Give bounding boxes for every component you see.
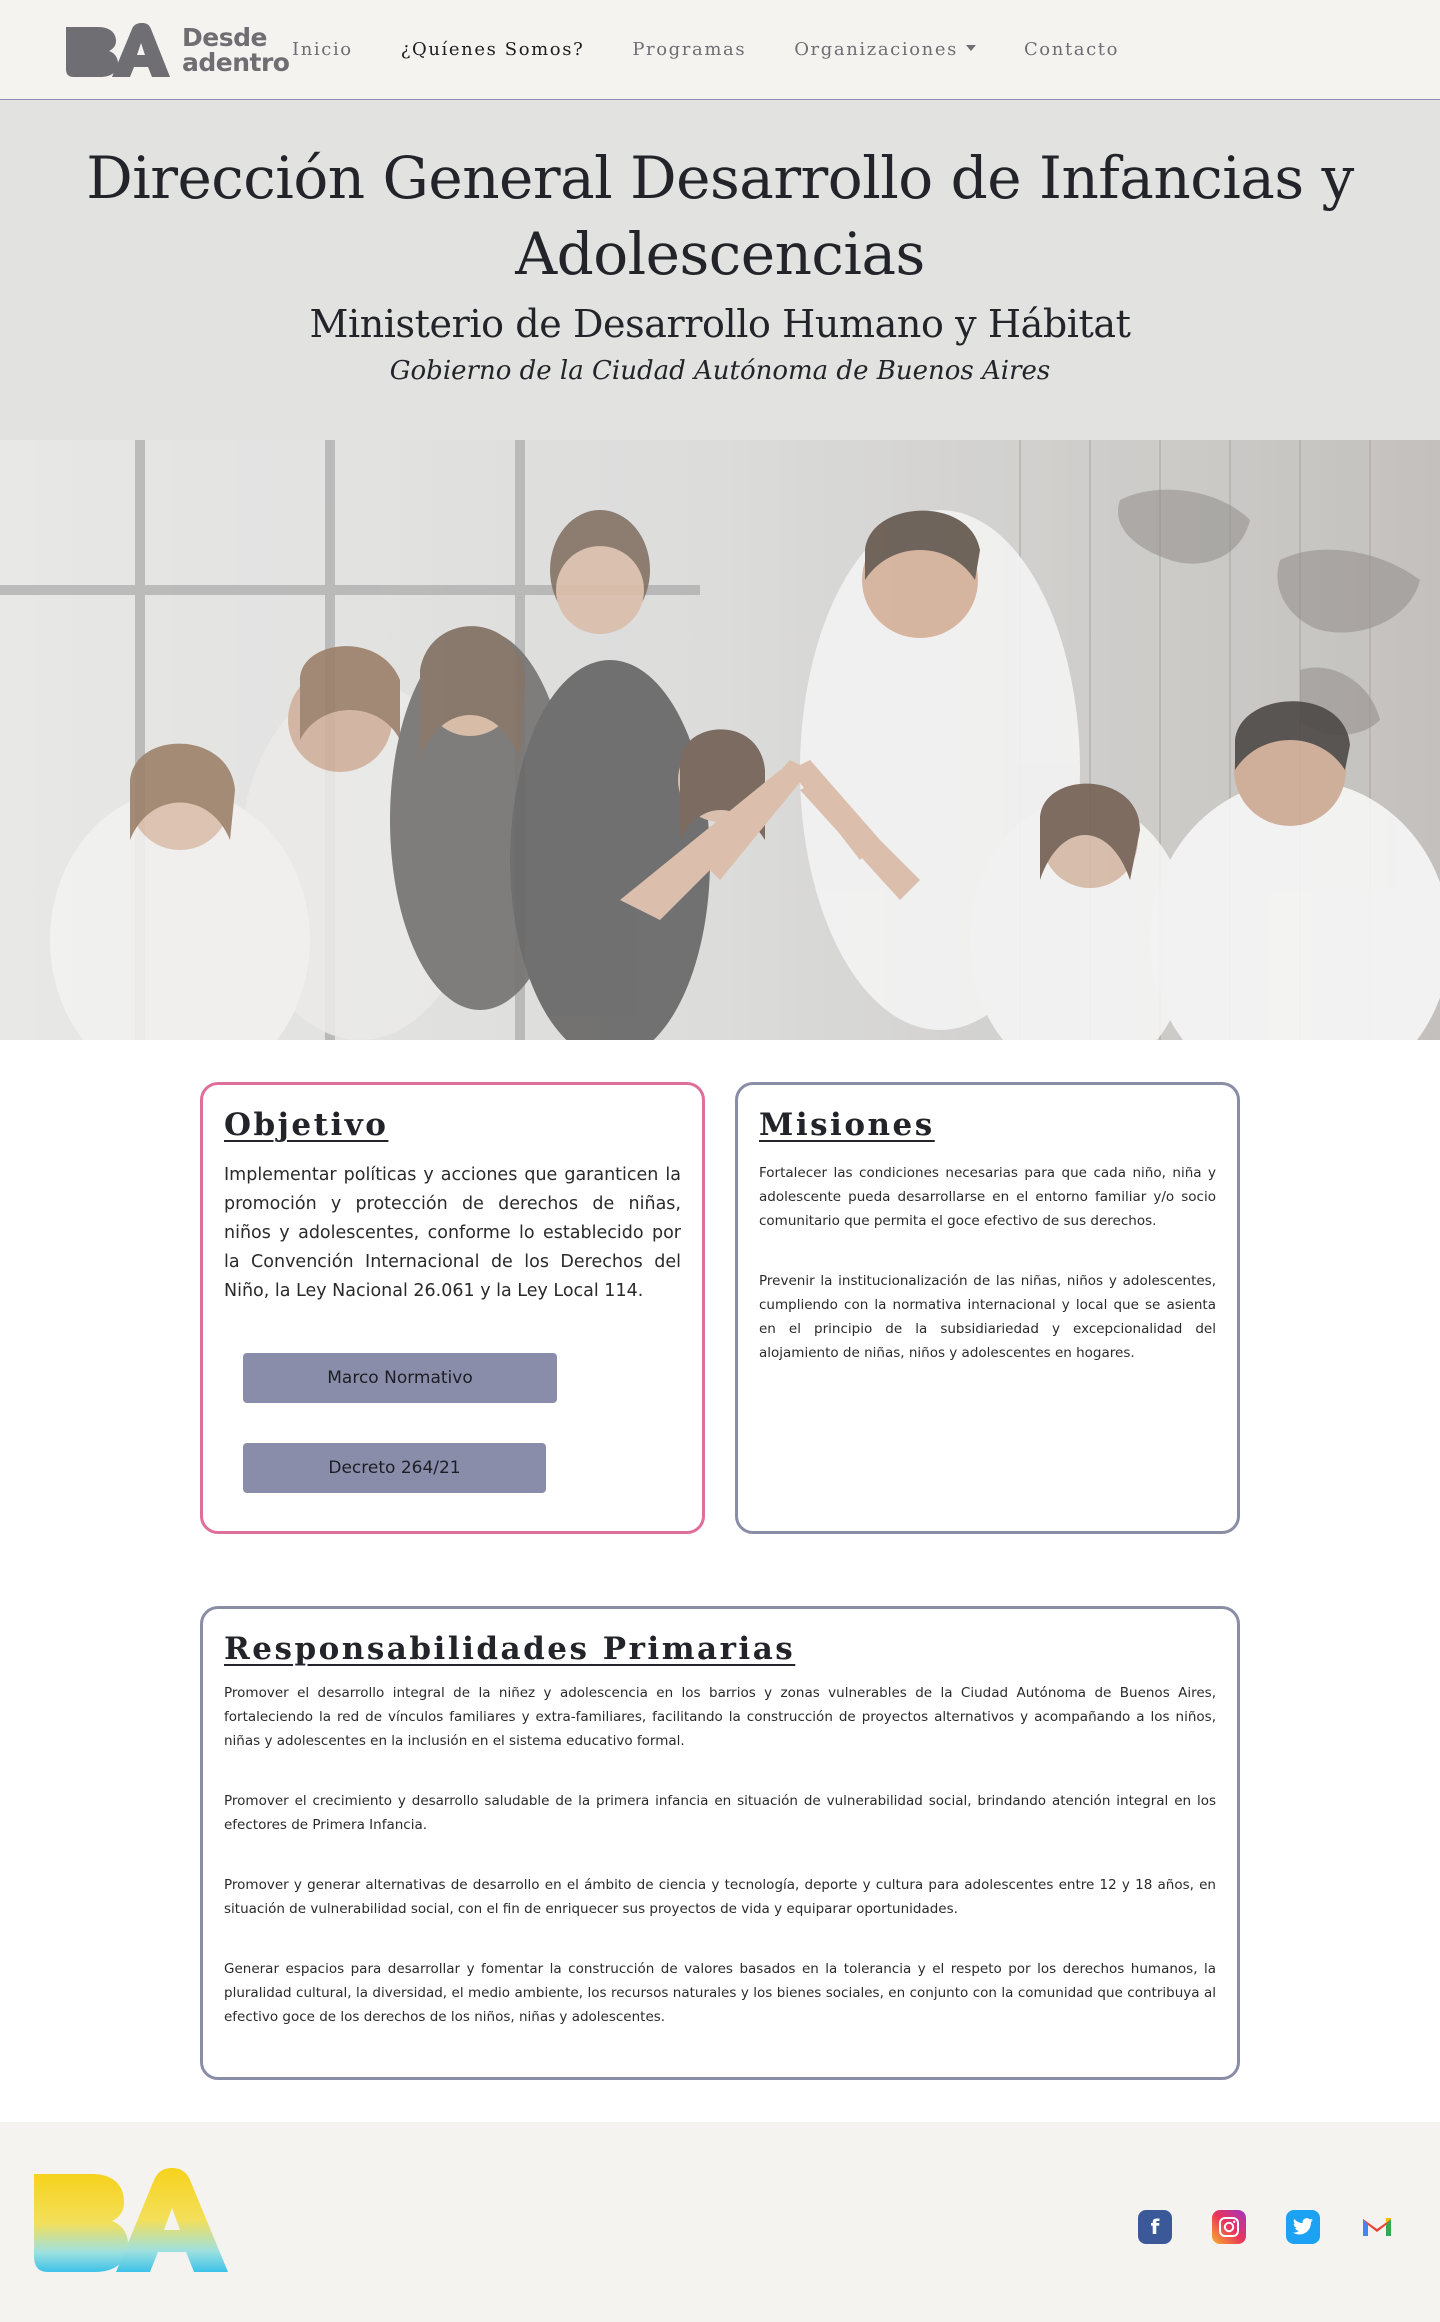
mision-item: Fortalecer las condiciones necesarias pa…	[759, 1165, 1216, 1229]
nav-item-quienes-somos[interactable]: ¿Quíenes Somos?	[401, 39, 585, 60]
caret-down-icon	[965, 45, 976, 51]
page-title: Dirección General Desarrollo de Infancia…	[86, 144, 1354, 288]
gmail-icon[interactable]	[1360, 2210, 1394, 2244]
misiones-card: Misiones Fortalecer las condiciones nece…	[735, 1082, 1240, 1534]
social-links: f	[1138, 2210, 1394, 2244]
page-header: Dirección General Desarrollo de Infancia…	[0, 100, 1440, 440]
ba-logo-icon	[64, 21, 172, 79]
instagram-icon[interactable]	[1212, 2210, 1246, 2244]
objetivo-title: Objetivo	[224, 1107, 389, 1143]
brand-text: Desde adentro	[182, 25, 290, 77]
navbar: Desde adentro Inicio ¿Quíenes Somos? Pro…	[0, 0, 1440, 100]
main-nav: Inicio ¿Quíenes Somos? Programas Organiz…	[292, 39, 1167, 60]
responsabilidad-item: Promover y generar alternativas de desar…	[224, 1877, 1216, 1917]
facebook-icon[interactable]: f	[1138, 2210, 1172, 2244]
twitter-icon[interactable]	[1286, 2210, 1320, 2244]
objetivo-card: Objetivo Implementar políticas y accione…	[200, 1082, 705, 1534]
hero-image	[0, 440, 1440, 1040]
responsabilidades-card: Responsabilidades Primarias Promover el …	[200, 1606, 1240, 2080]
mision-item: Prevenir la institucionalización de las …	[759, 1273, 1216, 1361]
nav-item-programas[interactable]: Programas	[632, 39, 746, 60]
decreto-button[interactable]: Decreto 264/21	[243, 1443, 546, 1493]
brand-line-2: adentro	[182, 47, 290, 77]
nav-item-inicio[interactable]: Inicio	[292, 39, 353, 60]
responsabilidades-title: Responsabilidades Primarias	[224, 1631, 796, 1667]
nav-item-organizaciones[interactable]: Organizaciones	[794, 39, 976, 60]
responsabilidad-item: Promover el crecimiento y desarrollo sal…	[224, 1793, 1216, 1833]
brand-logo[interactable]: Desde adentro	[64, 21, 290, 79]
responsabilidad-item: Promover el desarrollo integral de la ni…	[224, 1685, 1216, 1749]
nav-item-organizaciones-label: Organizaciones	[794, 39, 958, 60]
footer: f	[0, 2122, 1440, 2322]
responsabilidad-item: Generar espacios para desarrollar y fome…	[224, 1961, 1216, 2025]
marco-normativo-button[interactable]: Marco Normativo	[243, 1353, 557, 1403]
objetivo-text: Implementar políticas y acciones que gar…	[224, 1165, 681, 1301]
ba-footer-logo-icon	[30, 2166, 232, 2282]
page-tagline: Gobierno de la Ciudad Autónoma de Buenos…	[389, 356, 1051, 386]
page-subtitle: Ministerio de Desarrollo Humano y Hábita…	[309, 302, 1131, 346]
nav-item-contacto[interactable]: Contacto	[1024, 39, 1119, 60]
misiones-title: Misiones	[759, 1107, 935, 1143]
cards-row: Objetivo Implementar políticas y accione…	[200, 1082, 1240, 1534]
